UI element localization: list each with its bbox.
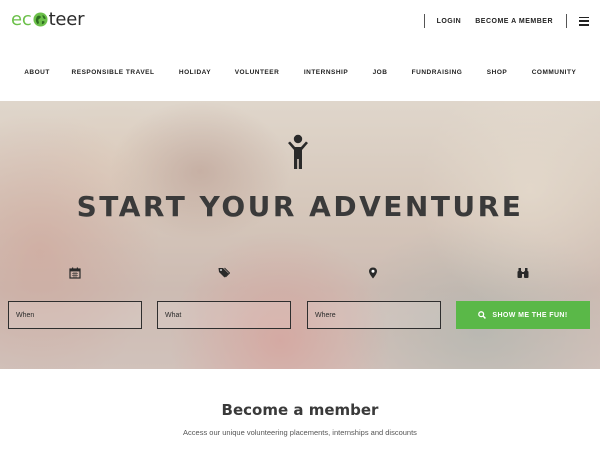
hamburger-icon[interactable] (579, 16, 589, 26)
main-nav: ABOUT RESPONSIBLE TRAVEL HOLIDAY VOLUNTE… (0, 66, 600, 82)
nav-item-shop[interactable]: SHOP (487, 69, 507, 76)
divider (423, 14, 425, 28)
nav-item-job[interactable]: JOB (373, 69, 388, 76)
login-link[interactable]: LOGIN (437, 18, 462, 25)
what-placeholder: What (165, 311, 182, 319)
map-pin-icon (369, 267, 377, 279)
ecoteer-logo[interactable]: ec teer (11, 9, 85, 30)
person-arms-up-icon (288, 134, 308, 169)
divider (566, 14, 567, 28)
hero-banner: START YOUR ADVENTURE When What Where SHO… (0, 101, 600, 369)
logo-text-teer: teer (48, 9, 85, 30)
top-links: LOGIN BECOME A MEMBER (423, 12, 600, 30)
nav-item-holiday[interactable]: HOLIDAY (179, 69, 211, 76)
logo-text-eco: ec (11, 9, 32, 30)
search-icon (478, 311, 487, 319)
hero-title: START YOUR ADVENTURE (76, 190, 524, 223)
become-member-subtitle: Access our unique volunteering placement… (183, 428, 417, 437)
globe-icon (33, 12, 48, 27)
where-field[interactable]: Where (307, 301, 441, 329)
calendar-icon (69, 267, 81, 279)
nav-item-community[interactable]: COMMUNITY (532, 69, 577, 76)
show-me-the-fun-label: SHOW ME THE FUN! (492, 311, 568, 319)
binoculars-icon (517, 268, 529, 278)
what-field[interactable]: What (157, 301, 291, 329)
top-bar: ec teer LOGIN BECOME A MEMBER (0, 0, 600, 44)
nav-item-fundraising[interactable]: FUNDRAISING (412, 69, 463, 76)
become-member-heading: Become a member (221, 401, 379, 419)
become-member-link[interactable]: BECOME A MEMBER (475, 18, 553, 25)
where-placeholder: Where (315, 311, 336, 319)
tags-icon (218, 267, 230, 278)
nav-item-about[interactable]: ABOUT (24, 69, 50, 76)
when-placeholder: When (16, 311, 35, 319)
nav-item-volunteer[interactable]: VOLUNTEER (235, 69, 280, 76)
nav-item-internship[interactable]: INTERNSHIP (304, 69, 348, 76)
show-me-the-fun-button[interactable]: SHOW ME THE FUN! (456, 301, 590, 329)
when-field[interactable]: When (8, 301, 142, 329)
nav-item-responsible-travel[interactable]: RESPONSIBLE TRAVEL (72, 69, 155, 76)
